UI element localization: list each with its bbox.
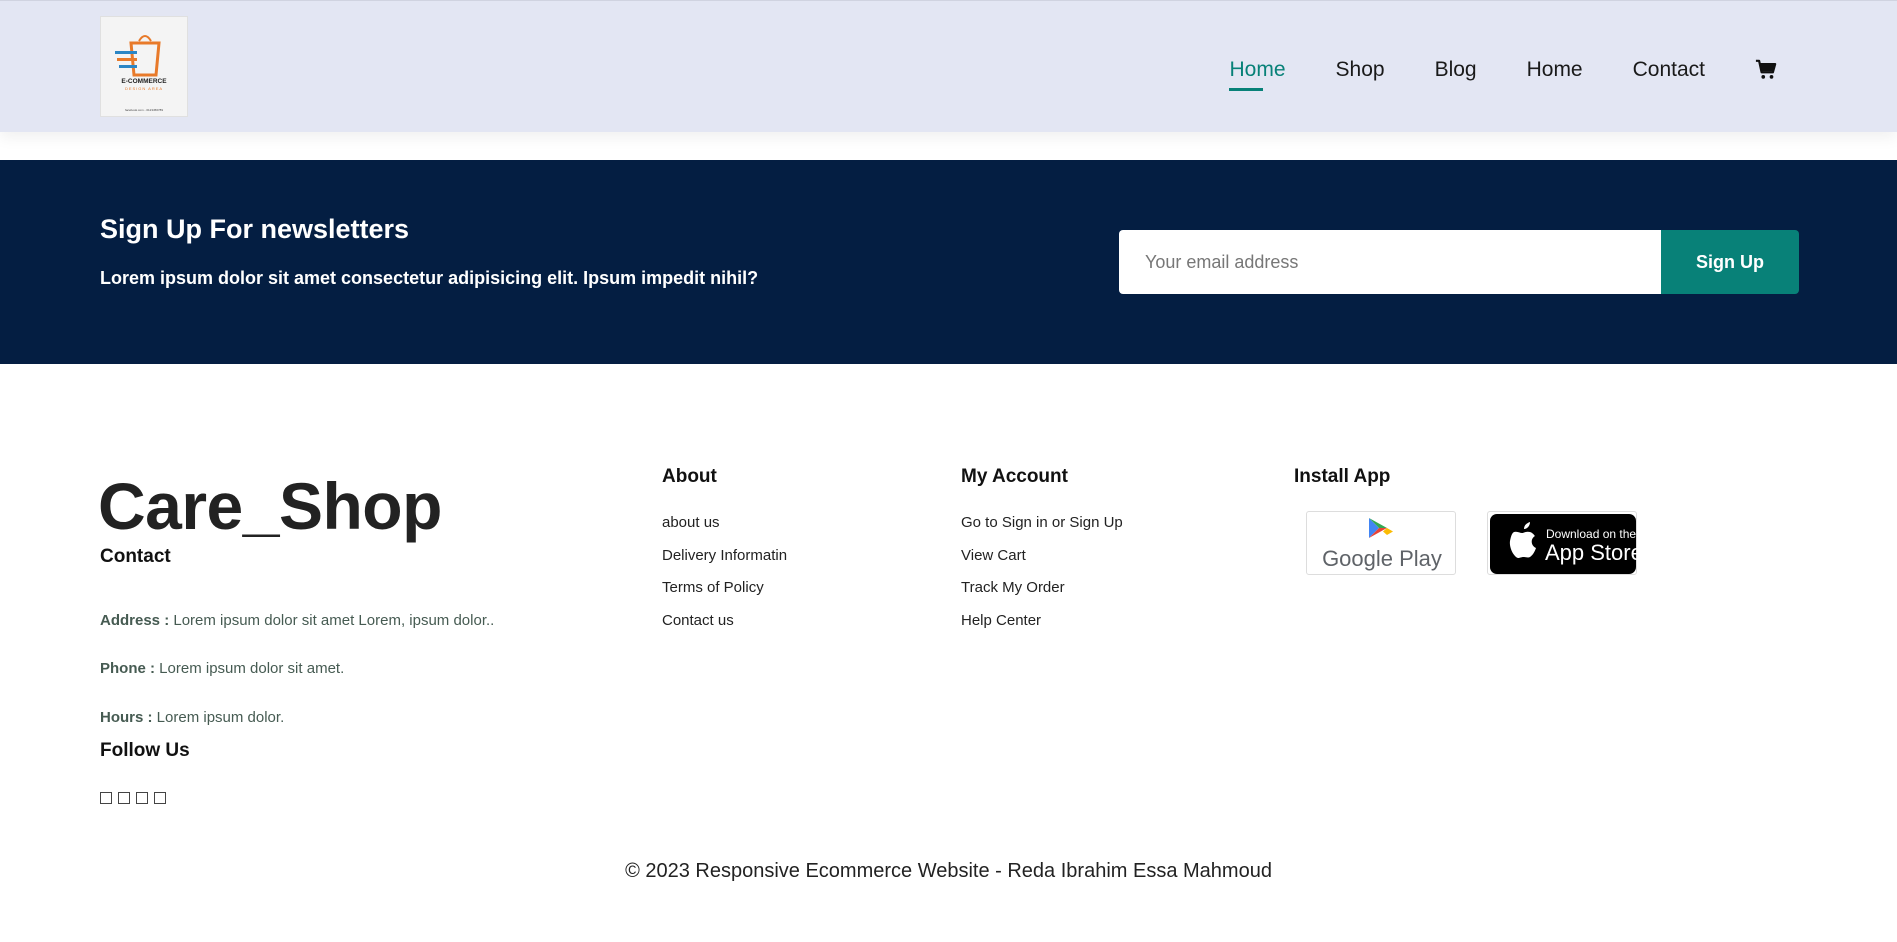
youtube-icon[interactable] bbox=[154, 792, 166, 804]
app-store-icon: Download on the App Store bbox=[1490, 514, 1643, 574]
site-header: E-COMMERCE DESIGN AREA facebook.com - 01… bbox=[0, 0, 1897, 132]
nav-blog[interactable]: Blog bbox=[1435, 53, 1477, 87]
address-line: Address : Lorem ipsum dolor sit amet Lor… bbox=[100, 612, 494, 629]
link-delivery-info[interactable]: Delivery Informatin bbox=[662, 546, 787, 579]
contact-heading: Contact bbox=[100, 546, 171, 567]
logo-subtitle: DESIGN AREA bbox=[125, 86, 163, 91]
google-play-icon: Google Play bbox=[1322, 518, 1442, 571]
nav-home[interactable]: Home bbox=[1229, 53, 1286, 91]
twitter-icon[interactable] bbox=[118, 792, 130, 804]
install-heading: Install App bbox=[1294, 466, 1391, 487]
phone-line: Phone : Lorem ipsum dolor sit amet. bbox=[100, 660, 344, 677]
app-store-line1: Download on the bbox=[1546, 527, 1636, 541]
link-help-center[interactable]: Help Center bbox=[961, 611, 1123, 644]
copyright: © 2023 Responsive Ecommerce Website - Re… bbox=[625, 860, 1272, 882]
link-about-us[interactable]: about us bbox=[662, 513, 787, 546]
address-label: Address : bbox=[100, 612, 170, 629]
nav-home-2[interactable]: Home bbox=[1527, 53, 1583, 87]
logo-name: E-COMMERCE bbox=[121, 78, 167, 85]
about-links: about us Delivery Informatin Terms of Po… bbox=[662, 513, 787, 643]
brand-name: Care_Shop bbox=[98, 469, 442, 543]
about-heading: About bbox=[662, 466, 717, 487]
hours-value: Lorem ipsum dolor. bbox=[156, 709, 285, 726]
account-links: Go to Sign in or Sign Up View Cart Track… bbox=[961, 513, 1123, 643]
google-play-badge[interactable]: Google Play bbox=[1306, 511, 1456, 575]
phone-label: Phone : bbox=[100, 660, 155, 677]
signup-button[interactable]: Sign Up bbox=[1661, 230, 1799, 294]
follow-heading: Follow Us bbox=[100, 740, 190, 761]
newsletter-form: Sign Up bbox=[1119, 230, 1799, 294]
link-view-cart[interactable]: View Cart bbox=[961, 546, 1123, 579]
shopping-bag-logo-icon: E-COMMERCE DESIGN AREA facebook.com - 01… bbox=[115, 35, 167, 112]
newsletter-section: Sign Up For newsletters Lorem ipsum dolo… bbox=[0, 160, 1897, 364]
link-contact-us[interactable]: Contact us bbox=[662, 611, 787, 644]
address-value: Lorem ipsum dolor sit amet Lorem, ipsum … bbox=[173, 612, 495, 629]
link-terms[interactable]: Terms of Policy bbox=[662, 578, 787, 611]
facebook-icon[interactable] bbox=[100, 792, 112, 804]
link-sign-in[interactable]: Go to Sign in or Sign Up bbox=[961, 513, 1123, 546]
account-heading: My Account bbox=[961, 466, 1068, 487]
nav-contact[interactable]: Contact bbox=[1633, 53, 1705, 87]
app-store-badge[interactable]: Download on the App Store bbox=[1487, 511, 1643, 575]
newsletter-title: Sign Up For newsletters bbox=[100, 214, 410, 244]
link-track-order[interactable]: Track My Order bbox=[961, 578, 1123, 611]
instagram-icon[interactable] bbox=[136, 792, 148, 804]
logo[interactable]: E-COMMERCE DESIGN AREA facebook.com - 01… bbox=[100, 16, 188, 117]
hours-line: Hours : Lorem ipsum dolor. bbox=[100, 709, 284, 726]
hours-label: Hours : bbox=[100, 709, 153, 726]
cart-icon[interactable] bbox=[1755, 59, 1777, 81]
social-icons bbox=[100, 792, 166, 804]
email-input[interactable] bbox=[1119, 230, 1661, 294]
main-nav: Home Shop Blog Home Contact bbox=[1179, 53, 1777, 91]
phone-value: Lorem ipsum dolor sit amet. bbox=[159, 660, 345, 677]
nav-shop[interactable]: Shop bbox=[1336, 53, 1385, 87]
newsletter-text: Lorem ipsum dolor sit amet consectetur a… bbox=[100, 268, 759, 288]
logo-contact: facebook.com - 0123456789 bbox=[125, 108, 163, 112]
app-store-line2: App Store bbox=[1545, 540, 1638, 565]
google-play-label: Google Play bbox=[1322, 546, 1442, 571]
